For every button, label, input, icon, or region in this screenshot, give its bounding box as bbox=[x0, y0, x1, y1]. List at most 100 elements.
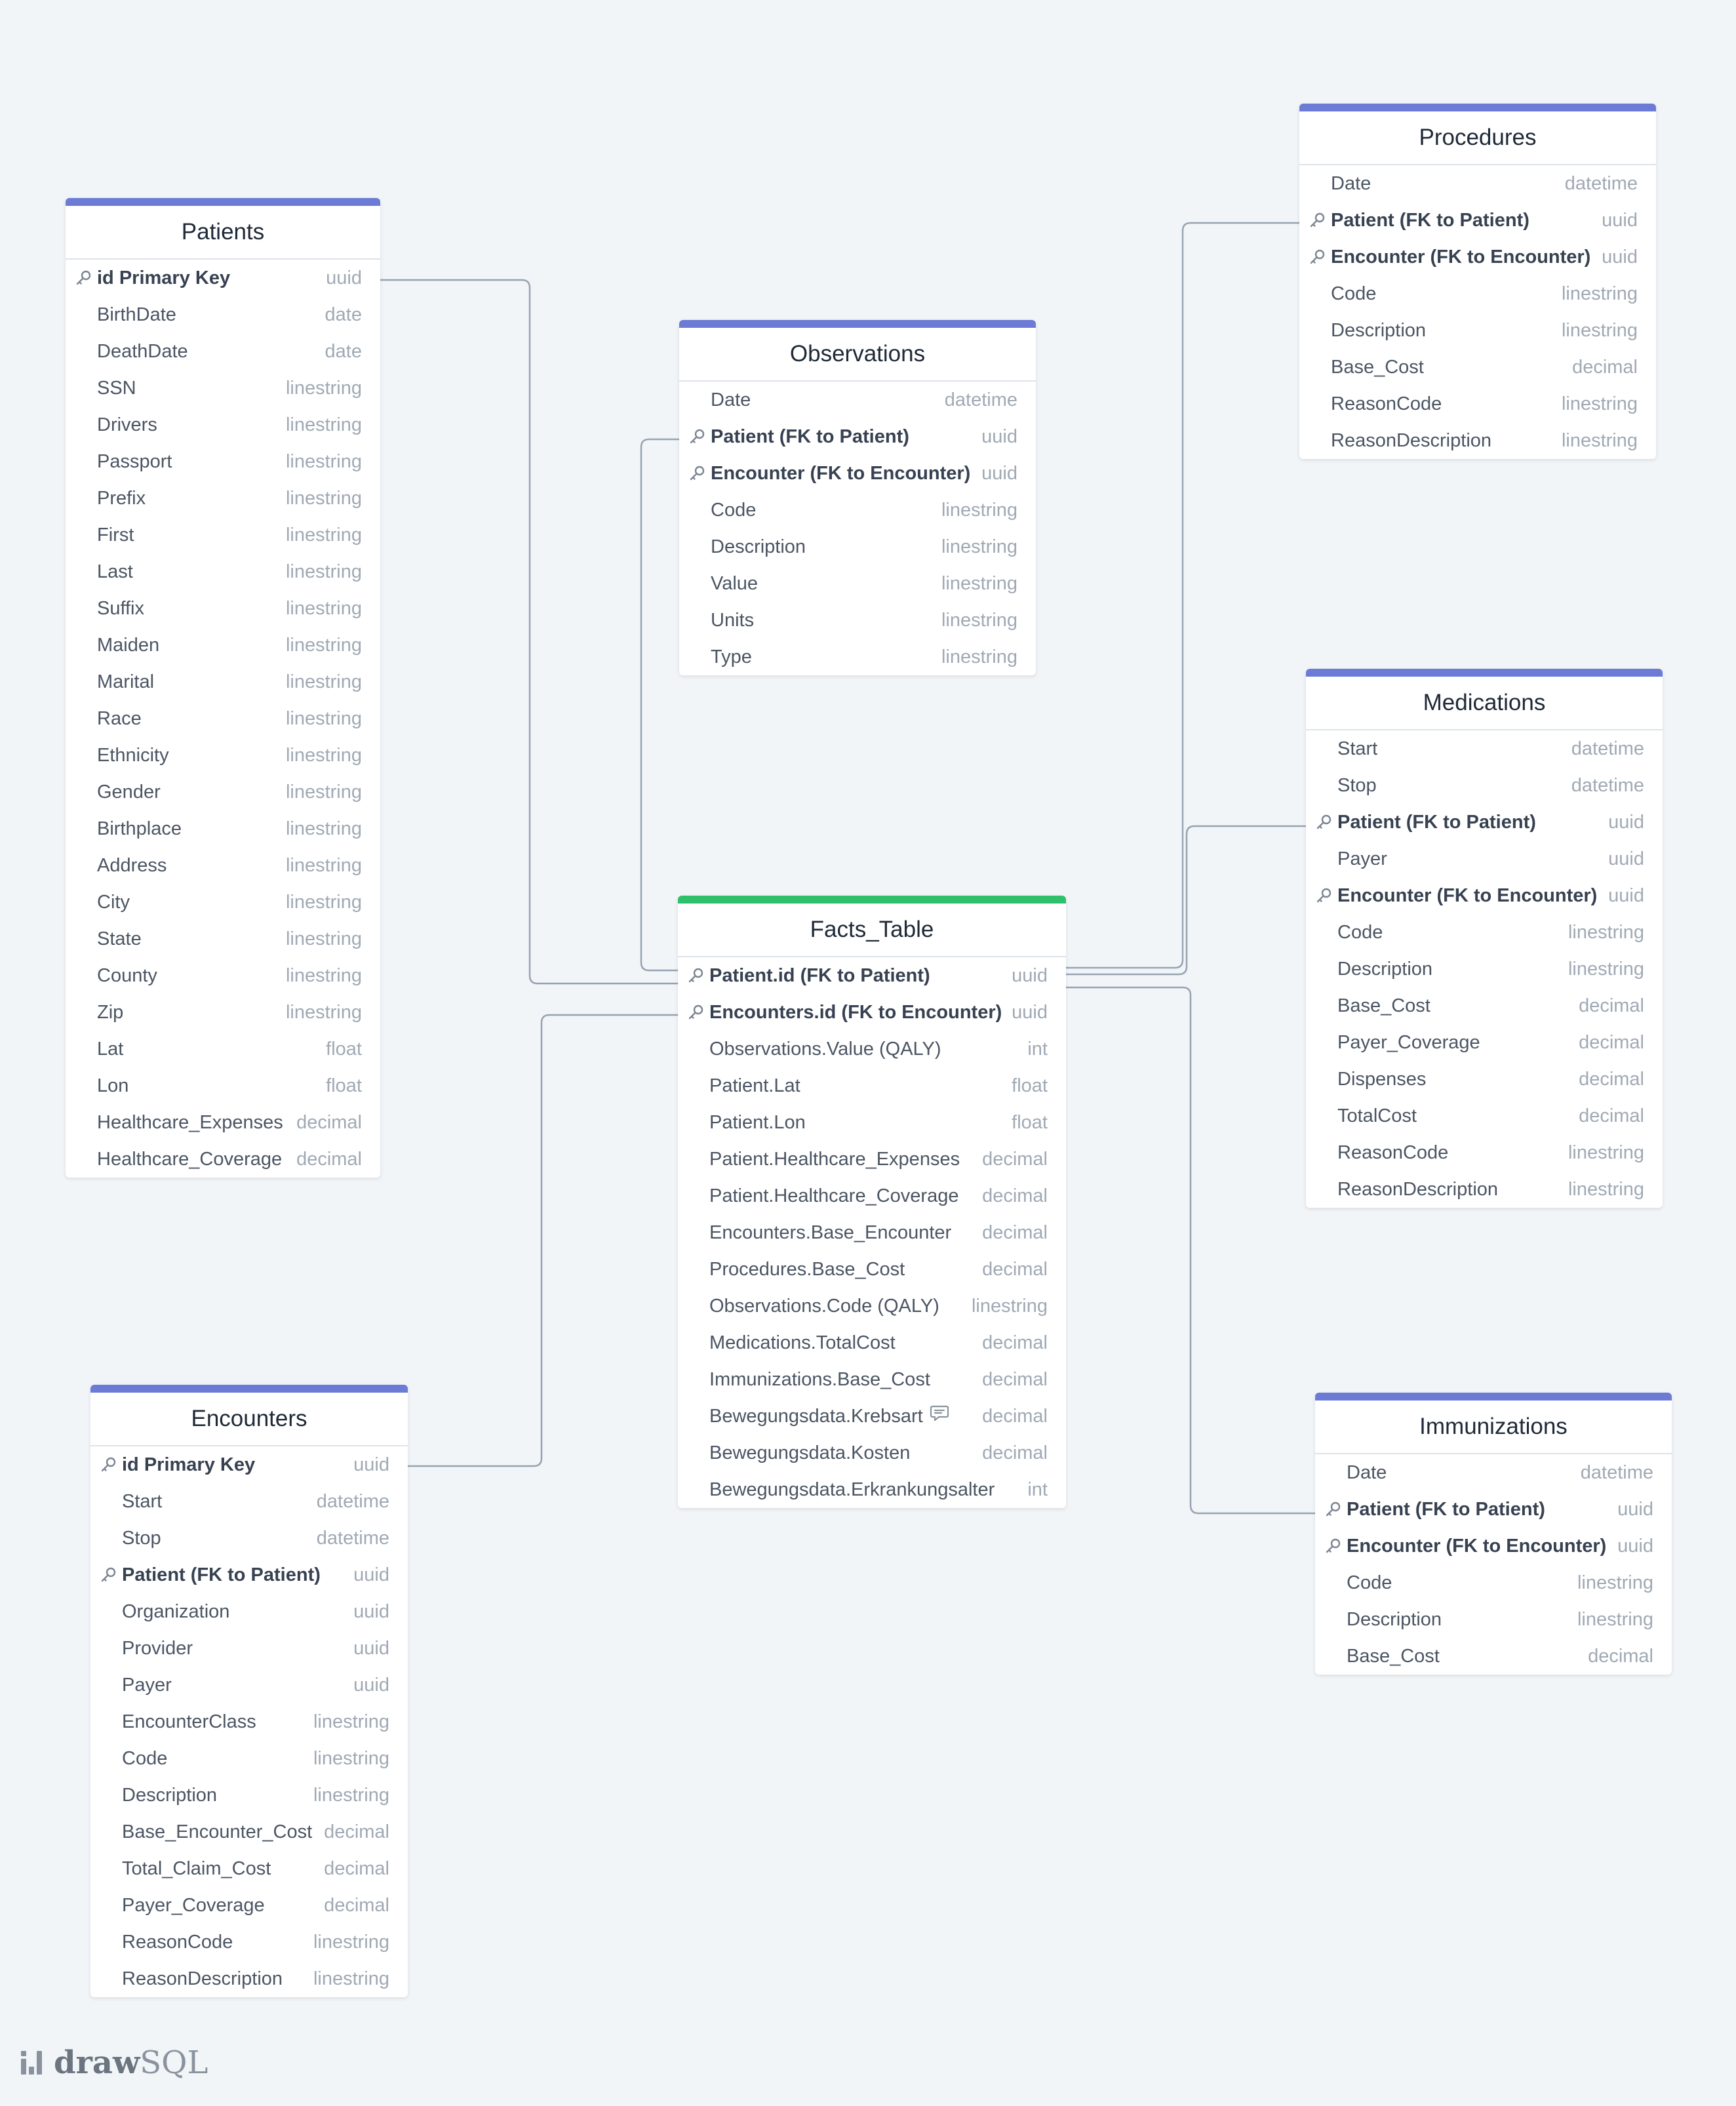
table-field-row[interactable]: Patient.Healthcare_Expenses decimal bbox=[678, 1141, 1066, 1178]
table-field-row[interactable]: id Primary Key uuid bbox=[90, 1446, 408, 1483]
table-field-row[interactable]: Gender linestring bbox=[66, 774, 380, 810]
table-field-row[interactable]: Code linestring bbox=[1299, 275, 1656, 312]
table-field-row[interactable]: Last linestring bbox=[66, 553, 380, 590]
table-field-row[interactable]: Patient (FK to Patient) uuid bbox=[90, 1557, 408, 1593]
table-field-row[interactable]: Dispenses decimal bbox=[1306, 1061, 1663, 1098]
relationship-line[interactable] bbox=[380, 279, 678, 985]
table-field-row[interactable]: ReasonCode linestring bbox=[90, 1924, 408, 1960]
table-field-row[interactable]: Total_Claim_Cost decimal bbox=[90, 1850, 408, 1887]
table-field-row[interactable]: Patient.id (FK to Patient) uuid bbox=[678, 957, 1066, 994]
table-field-row[interactable]: Encounter (FK to Encounter) uuid bbox=[679, 455, 1036, 492]
table-title[interactable]: Medications bbox=[1306, 677, 1663, 730]
table-medications[interactable]: Medications Start datetime Stop datetime Pati… bbox=[1306, 669, 1663, 1208]
table-field-row[interactable]: Encounters.id (FK to Encounter) uuid bbox=[678, 994, 1066, 1031]
table-field-row[interactable]: Bewegungsdata.Krebsart decimal bbox=[678, 1398, 1066, 1435]
table-patients[interactable]: Patients id Primary Key uuid BirthDate date D… bbox=[66, 198, 380, 1178]
table-field-row[interactable]: Medications.TotalCost decimal bbox=[678, 1324, 1066, 1361]
table-facts[interactable]: Facts_Table Patient.id (FK to Patient) uui… bbox=[678, 896, 1066, 1508]
table-field-row[interactable]: Healthcare_Coverage decimal bbox=[66, 1141, 380, 1178]
table-title[interactable]: Observations bbox=[679, 328, 1036, 382]
relationship-line[interactable] bbox=[1066, 222, 1299, 969]
table-field-row[interactable]: Date datetime bbox=[1299, 165, 1656, 202]
table-field-row[interactable]: Zip linestring bbox=[66, 994, 380, 1031]
table-field-row[interactable]: Healthcare_Expenses decimal bbox=[66, 1104, 380, 1141]
table-field-row[interactable]: Bewegungsdata.Erkrankungsalter int bbox=[678, 1471, 1066, 1508]
table-title[interactable]: Patients bbox=[66, 206, 380, 260]
relationship-line[interactable] bbox=[640, 438, 679, 972]
table-field-row[interactable]: ReasonCode linestring bbox=[1306, 1134, 1663, 1171]
table-field-row[interactable]: Payer uuid bbox=[1306, 841, 1663, 877]
table-field-row[interactable]: BirthDate date bbox=[66, 296, 380, 333]
table-field-row[interactable]: Start datetime bbox=[1306, 730, 1663, 767]
table-field-row[interactable]: Value linestring bbox=[679, 565, 1036, 602]
table-field-row[interactable]: Patient (FK to Patient) uuid bbox=[1315, 1491, 1672, 1528]
table-field-row[interactable]: Address linestring bbox=[66, 847, 380, 884]
table-field-row[interactable]: Birthplace linestring bbox=[66, 810, 380, 847]
table-field-row[interactable]: Encounter (FK to Encounter) uuid bbox=[1315, 1528, 1672, 1564]
table-field-row[interactable]: Encounter (FK to Encounter) uuid bbox=[1299, 239, 1656, 275]
table-field-row[interactable]: EncounterClass linestring bbox=[90, 1703, 408, 1740]
table-field-row[interactable]: Patient (FK to Patient) uuid bbox=[679, 418, 1036, 455]
table-field-row[interactable]: County linestring bbox=[66, 957, 380, 994]
table-field-row[interactable]: Lat float bbox=[66, 1031, 380, 1067]
table-field-row[interactable]: Code linestring bbox=[1315, 1564, 1672, 1601]
table-field-row[interactable]: Observations.Value (QALY) int bbox=[678, 1031, 1066, 1067]
table-field-row[interactable]: Base_Encounter_Cost decimal bbox=[90, 1814, 408, 1850]
table-title[interactable]: Immunizations bbox=[1315, 1401, 1672, 1454]
table-title[interactable]: Procedures bbox=[1299, 111, 1656, 165]
table-field-row[interactable]: Start datetime bbox=[90, 1483, 408, 1520]
table-field-row[interactable]: Procedures.Base_Cost decimal bbox=[678, 1251, 1066, 1288]
table-field-row[interactable]: Patient.Healthcare_Coverage decimal bbox=[678, 1178, 1066, 1214]
table-field-row[interactable]: Description linestring bbox=[679, 528, 1036, 565]
table-immunizations[interactable]: Immunizations Date datetime Patient (FK to … bbox=[1315, 1393, 1672, 1675]
table-field-row[interactable]: First linestring bbox=[66, 517, 380, 553]
table-field-row[interactable]: Date datetime bbox=[679, 382, 1036, 418]
table-field-row[interactable]: City linestring bbox=[66, 884, 380, 921]
table-field-row[interactable]: ReasonDescription linestring bbox=[1306, 1171, 1663, 1208]
comment-icon[interactable] bbox=[930, 1399, 949, 1435]
table-field-row[interactable]: Suffix linestring bbox=[66, 590, 380, 627]
table-field-row[interactable]: ReasonDescription linestring bbox=[90, 1960, 408, 1997]
table-title[interactable]: Encounters bbox=[90, 1393, 408, 1446]
relationship-line[interactable] bbox=[408, 1014, 678, 1467]
table-field-row[interactable]: Drivers linestring bbox=[66, 407, 380, 443]
table-field-row[interactable]: Encounter (FK to Encounter) uuid bbox=[1306, 877, 1663, 914]
table-observations[interactable]: Observations Date datetime Patient (FK to P… bbox=[679, 320, 1036, 675]
table-field-row[interactable]: Description linestring bbox=[1299, 312, 1656, 349]
table-field-row[interactable]: Encounters.Base_Encounter decimal bbox=[678, 1214, 1066, 1251]
table-field-row[interactable]: Description linestring bbox=[1315, 1601, 1672, 1638]
table-field-row[interactable]: Description linestring bbox=[90, 1777, 408, 1814]
table-field-row[interactable]: Immunizations.Base_Cost decimal bbox=[678, 1361, 1066, 1398]
table-field-row[interactable]: Stop datetime bbox=[1306, 767, 1663, 804]
table-field-row[interactable]: Prefix linestring bbox=[66, 480, 380, 517]
table-field-row[interactable]: Code linestring bbox=[679, 492, 1036, 528]
table-field-row[interactable]: Lon float bbox=[66, 1067, 380, 1104]
table-field-row[interactable]: Patient (FK to Patient) uuid bbox=[1299, 202, 1656, 239]
table-field-row[interactable]: TotalCost decimal bbox=[1306, 1098, 1663, 1134]
table-field-row[interactable]: SSN linestring bbox=[66, 370, 380, 407]
table-field-row[interactable]: Code linestring bbox=[1306, 914, 1663, 951]
table-field-row[interactable]: Observations.Code (QALY) linestring bbox=[678, 1288, 1066, 1324]
table-field-row[interactable]: Organization uuid bbox=[90, 1593, 408, 1630]
table-field-row[interactable]: Race linestring bbox=[66, 700, 380, 737]
table-field-row[interactable]: Code linestring bbox=[90, 1740, 408, 1777]
table-field-row[interactable]: Payer_Coverage decimal bbox=[1306, 1024, 1663, 1061]
table-field-row[interactable]: Payer_Coverage decimal bbox=[90, 1887, 408, 1924]
table-field-row[interactable]: ReasonCode linestring bbox=[1299, 386, 1656, 422]
table-field-row[interactable]: Type linestring bbox=[679, 639, 1036, 675]
table-field-row[interactable]: DeathDate date bbox=[66, 333, 380, 370]
table-field-row[interactable]: Bewegungsdata.Kosten decimal bbox=[678, 1435, 1066, 1471]
table-field-row[interactable]: Base_Cost decimal bbox=[1315, 1638, 1672, 1675]
table-field-row[interactable]: Patient.Lon float bbox=[678, 1104, 1066, 1141]
relationship-line[interactable] bbox=[1066, 825, 1306, 976]
table-field-row[interactable]: Marital linestring bbox=[66, 664, 380, 700]
table-field-row[interactable]: Base_Cost decimal bbox=[1306, 987, 1663, 1024]
table-field-row[interactable]: State linestring bbox=[66, 921, 380, 957]
table-field-row[interactable]: Units linestring bbox=[679, 602, 1036, 639]
table-encounters[interactable]: Encounters id Primary Key uuid Start datetim… bbox=[90, 1385, 408, 1997]
table-field-row[interactable]: Stop datetime bbox=[90, 1520, 408, 1557]
table-title[interactable]: Facts_Table bbox=[678, 904, 1066, 957]
table-field-row[interactable]: Payer uuid bbox=[90, 1667, 408, 1703]
table-field-row[interactable]: Patient (FK to Patient) uuid bbox=[1306, 804, 1663, 841]
table-procedures[interactable]: Procedures Date datetime Patient (FK to Pat… bbox=[1299, 104, 1656, 459]
